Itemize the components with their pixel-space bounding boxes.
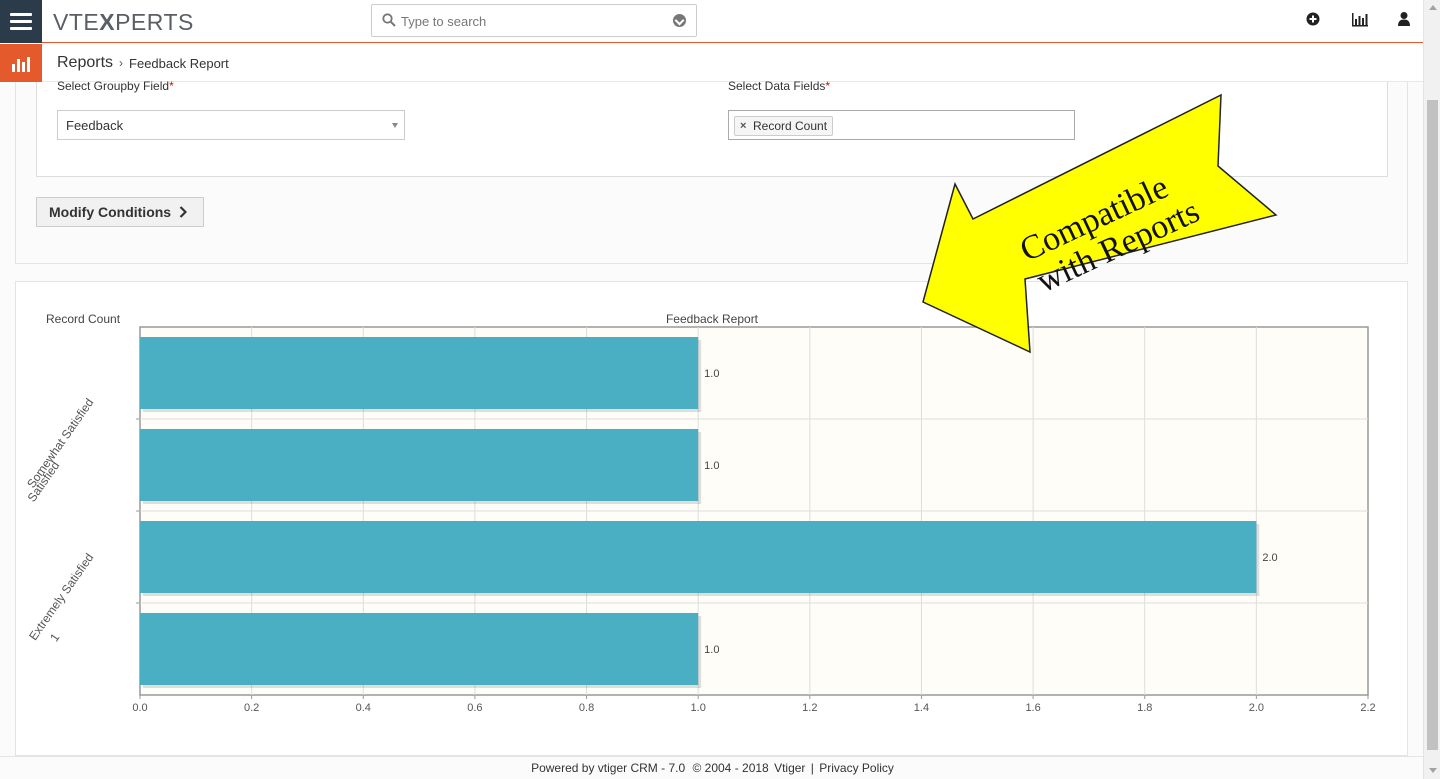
groupby-field-select[interactable]: Feedback: [57, 110, 405, 140]
groupby-selected-value: Feedback: [66, 118, 124, 133]
x-tick-label: 2.0: [1249, 702, 1264, 714]
breadcrumb-current-page: Feedback Report: [129, 55, 229, 71]
x-tick-label: 0.4: [356, 702, 371, 714]
breadcrumb-bar: Reports › Feedback Report: [0, 44, 1423, 82]
scroll-thumb[interactable]: [1427, 100, 1438, 750]
bar: [140, 429, 699, 501]
search-options-chevron-icon[interactable]: [673, 14, 686, 27]
report-fields-box: Select Groupby Field* Feedback Select Da…: [36, 79, 1388, 177]
feedback-bar-chart: 0.0 0.2 0.4 0.6 0.8 1.0 1.2 1.4 1.6 1.8 2.0 2.2 1.0 1…: [24, 312, 1375, 714]
data-label: 1.0: [704, 460, 719, 472]
scroll-down-arrow-icon[interactable]: [1429, 768, 1437, 773]
x-tick-label: 0.6: [467, 702, 482, 714]
x-tick-label: 0.2: [244, 702, 259, 714]
y-category-label: Extremely Satisfied: [26, 551, 96, 643]
chart-ylabel: Record Count: [46, 312, 121, 326]
chart-title: Feedback Report: [666, 312, 759, 326]
x-tick-label: 1.2: [802, 702, 817, 714]
footer-privacy-link[interactable]: Privacy Policy: [819, 761, 894, 775]
footer-powered-by: Powered by vtiger CRM - 7.0: [531, 761, 686, 775]
page-footer: Powered by vtiger CRM - 7.0 © 2004 - 201…: [0, 756, 1423, 779]
quick-create-plus-icon[interactable]: [1305, 11, 1321, 27]
x-tick-label: 2.2: [1360, 702, 1375, 714]
x-tick-label: 0.8: [579, 702, 594, 714]
groupby-field-label: Select Groupby Field*: [57, 79, 174, 93]
chart-panel: 0.0 0.2 0.4 0.6 0.8 1.0 1.2 1.4 1.6 1.8 2.0 2.2 1.0 1…: [15, 281, 1408, 756]
record-count-tag: × Record Count: [734, 116, 834, 136]
scroll-up-arrow-icon[interactable]: [1429, 5, 1437, 10]
footer-copyright: © 2004 - 2018: [692, 761, 769, 775]
search-input[interactable]: [401, 11, 661, 31]
breadcrumb-reports-link[interactable]: Reports: [57, 54, 113, 72]
global-search[interactable]: [371, 4, 697, 37]
x-tick-label: 1.4: [914, 702, 929, 714]
x-tick-label: 0.0: [132, 702, 147, 714]
y-category-label: Somewhat Satisfied: [24, 396, 96, 491]
data-label: 1.0: [704, 644, 719, 656]
reports-module-icon[interactable]: [0, 44, 42, 82]
bar: [140, 613, 699, 685]
reports-chart-icon[interactable]: [1351, 11, 1368, 27]
breadcrumb: Reports › Feedback Report: [57, 54, 229, 72]
modify-conditions-label: Modify Conditions: [49, 204, 172, 220]
vertical-scrollbar[interactable]: [1423, 0, 1440, 779]
dropdown-caret-icon: [392, 123, 398, 128]
bar: [140, 521, 1257, 593]
bar: [140, 337, 699, 409]
footer-vtiger-link[interactable]: Vtiger: [774, 761, 805, 775]
data-fields-multiselect[interactable]: × Record Count: [728, 110, 1075, 140]
search-icon: [382, 13, 396, 27]
data-fields-label: Select Data Fields*: [728, 79, 831, 93]
user-profile-icon[interactable]: [1397, 11, 1413, 27]
data-label: 1.0: [704, 368, 719, 380]
chevron-right-icon: [179, 206, 188, 218]
x-tick-label: 1.0: [691, 702, 706, 714]
remove-tag-icon[interactable]: ×: [740, 120, 746, 132]
top-navbar: VTEXPERTS: [0, 0, 1423, 43]
data-label: 2.0: [1262, 552, 1277, 564]
footer-separator: |: [810, 761, 814, 775]
tag-label: Record Count: [753, 119, 828, 133]
x-tick-label: 1.6: [1025, 702, 1040, 714]
modify-conditions-button[interactable]: Modify Conditions: [36, 197, 204, 227]
breadcrumb-separator-icon: ›: [119, 56, 124, 70]
report-filter-panel: Select Groupby Field* Feedback Select Da…: [15, 79, 1408, 264]
hamburger-menu-icon[interactable]: [0, 0, 42, 43]
y-category-label: 1: [47, 630, 62, 644]
x-tick-label: 1.8: [1137, 702, 1152, 714]
vtexperts-logo[interactable]: VTEXPERTS: [53, 9, 194, 36]
